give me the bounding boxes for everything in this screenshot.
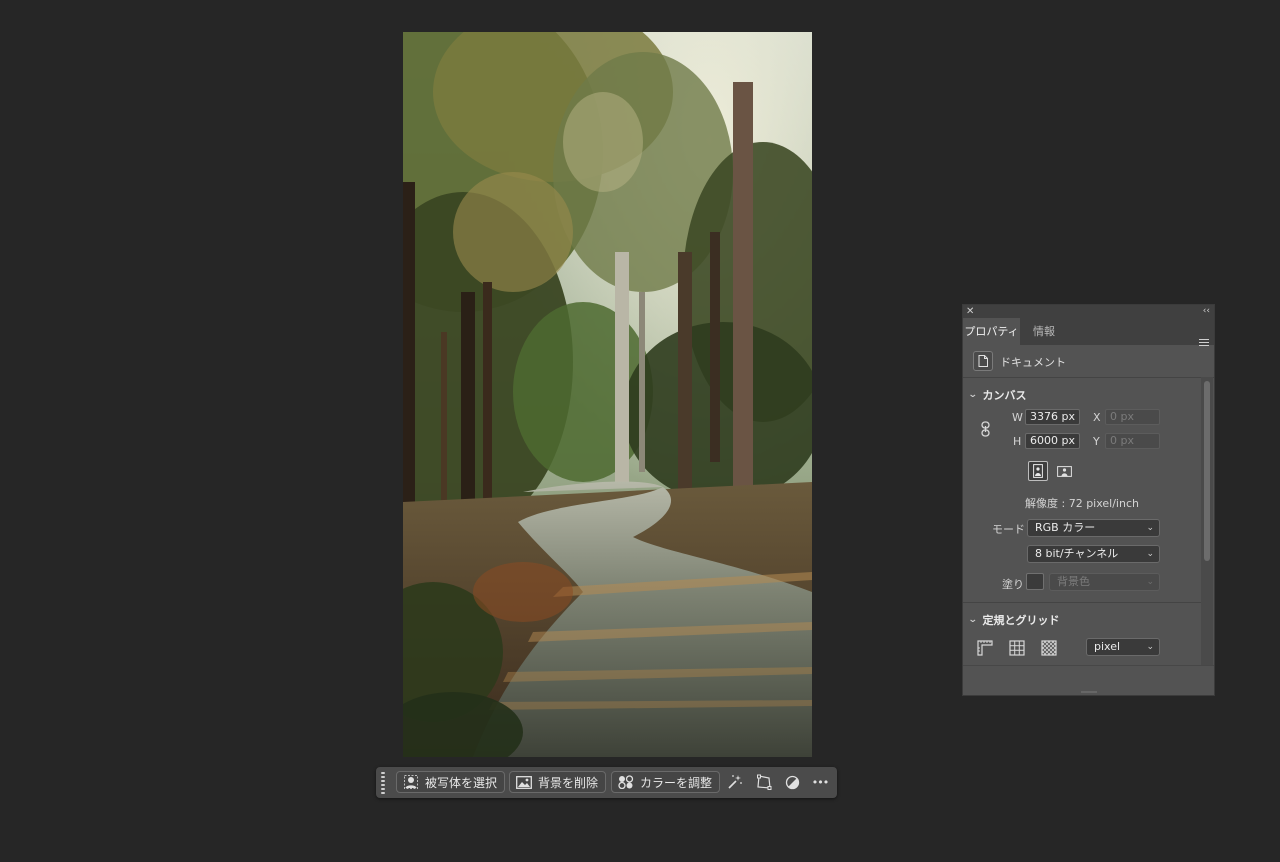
select-subject-button[interactable]: 被写体を選択 [396,771,506,793]
person-icon [403,775,419,789]
landscape-orientation-button[interactable] [1054,461,1074,481]
pixel-grid-icon[interactable] [1040,639,1058,657]
color-adjust-icon [618,775,634,789]
panel-resize-handle[interactable] [1081,691,1097,693]
panel-footer [963,665,1214,695]
fill-color-swatch[interactable] [1026,573,1044,590]
ruler-unit-value: pixel [1094,640,1121,653]
document-icon [973,351,993,371]
taskbar-grip-handle[interactable] [381,772,385,794]
adjust-color-button[interactable]: カラーを調整 [611,771,721,793]
y-input: 0 px [1105,433,1160,449]
close-icon[interactable]: ✕ [966,305,974,318]
panel-scrollbar[interactable] [1201,377,1213,667]
color-mode-select[interactable]: RGB カラー ⌄ [1027,519,1160,537]
fill-select: 背景色 ⌄ [1049,573,1160,591]
adjust-color-label: カラーを調整 [640,775,713,790]
canvas-image[interactable] [403,32,812,757]
section-divider [963,602,1201,603]
width-label: W [1012,411,1023,424]
resolution-text: 解像度 : 72 pixel/inch [1025,497,1139,510]
color-mode-value: RGB カラー [1035,521,1096,534]
tab-info[interactable]: 情報 [1033,318,1055,345]
panel-title-bar: ✕ ‹‹ [963,305,1214,318]
x-input: 0 px [1105,409,1160,425]
tab-properties[interactable]: プロパティ [963,318,1020,345]
transform-icon[interactable] [754,772,774,792]
chevron-down-icon: ⌄ [967,390,978,400]
image-icon [516,775,532,789]
magic-wand-icon[interactable] [725,772,745,792]
grid-icon[interactable] [1008,639,1026,657]
remove-background-button[interactable]: 背景を削除 [509,771,607,793]
link-dimensions-icon[interactable] [980,421,991,441]
chevron-down-icon: ⌄ [967,615,978,625]
collapse-icon[interactable]: ‹‹ [1203,305,1210,318]
document-row: ドキュメント [963,345,1214,378]
chevron-down-icon: ⌄ [1146,523,1154,533]
scrollbar-thumb[interactable] [1204,381,1210,561]
ruler-unit-select[interactable]: pixel ⌄ [1086,638,1160,656]
chevron-down-icon: ⌄ [1146,642,1154,652]
select-subject-label: 被写体を選択 [425,775,498,790]
canvas-section-header[interactable]: ⌄ カンバス [967,387,1027,403]
bit-depth-select[interactable]: 8 bit/チャンネル ⌄ [1027,545,1160,563]
contrast-icon[interactable] [782,772,802,792]
chevron-down-icon: ⌄ [1146,577,1154,587]
fill-label: 塗り [1002,578,1024,591]
rulers-grids-section-header[interactable]: ⌄ 定規とグリッド [967,612,1060,628]
x-label: X [1093,411,1101,424]
portrait-orientation-button[interactable] [1028,461,1048,481]
fill-value: 背景色 [1057,575,1090,588]
ruler-icon[interactable] [976,639,994,657]
canvas-section-title: カンバス [982,389,1027,402]
y-label: Y [1093,435,1100,448]
rulers-grids-title: 定規とグリッド [982,614,1060,627]
height-label: H [1013,435,1022,448]
more-options-icon[interactable]: ••• [810,772,830,792]
document-label: ドキュメント [1000,356,1066,369]
chevron-down-icon: ⌄ [1146,549,1154,559]
bit-depth-value: 8 bit/チャンネル [1035,547,1119,560]
height-input[interactable]: 6000 px [1025,433,1080,449]
remove-background-label: 背景を削除 [538,775,599,790]
width-input[interactable]: 3376 px [1025,409,1080,425]
panel-tabs: プロパティ 情報 [963,318,1214,346]
mode-label: モード [992,523,1025,536]
contextual-taskbar: 被写体を選択 背景を削除 カラーを調整 ••• [376,767,837,798]
properties-panel: ✕ ‹‹ プロパティ 情報 ドキュメント ⌄ カンバス W 3376 px X … [962,304,1215,696]
